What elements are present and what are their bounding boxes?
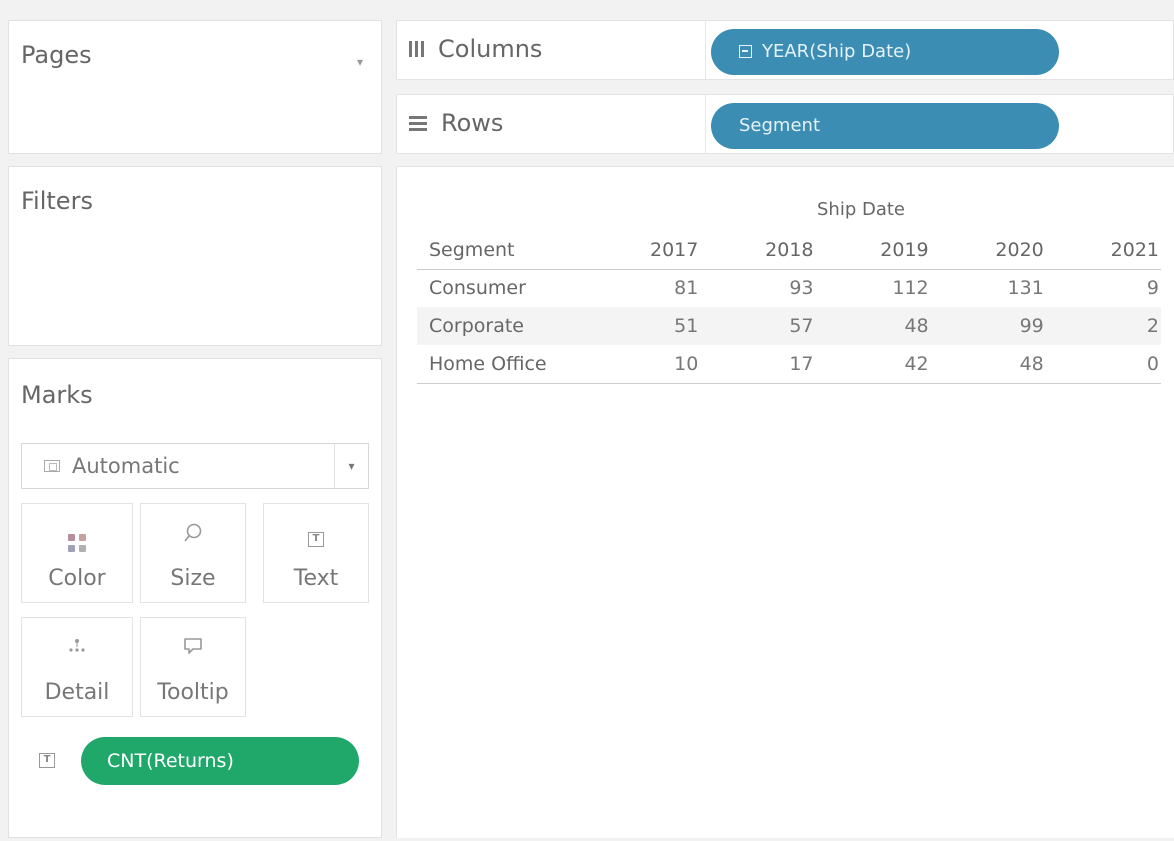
mark-type-dropdown[interactable]: Automatic ▾ bbox=[21, 443, 369, 489]
segment-pill[interactable]: Segment bbox=[711, 103, 1059, 149]
rows-shelf[interactable]: Rows Segment bbox=[396, 94, 1174, 154]
caret-down-icon[interactable]: ▾ bbox=[334, 444, 368, 488]
columns-icon bbox=[409, 41, 424, 57]
value-cell[interactable]: 17 bbox=[700, 345, 816, 384]
tooltip-label: Tooltip bbox=[157, 680, 229, 705]
value-cell[interactable]: 42 bbox=[815, 345, 931, 384]
value-cell[interactable]: 48 bbox=[816, 307, 931, 345]
segment-cell[interactable]: Home Office bbox=[417, 345, 586, 384]
mark-type-value: Automatic bbox=[72, 454, 180, 478]
rows-label-text: Rows bbox=[441, 109, 504, 137]
cnt-returns-pill[interactable]: CNT(Returns) bbox=[81, 737, 359, 785]
marks-card: Marks Automatic ▾ Color Size T Text Deta… bbox=[8, 358, 382, 838]
columns-shelf-label: Columns bbox=[409, 35, 542, 63]
color-icon bbox=[22, 522, 132, 552]
size-label: Size bbox=[170, 566, 216, 591]
detail-icon bbox=[22, 636, 132, 660]
table-row: Corporate 51 57 48 99 2 bbox=[417, 307, 1161, 345]
filters-card[interactable]: Filters bbox=[8, 166, 382, 346]
year-header[interactable]: 2018 bbox=[700, 231, 816, 270]
segment-pill-label: Segment bbox=[739, 115, 820, 136]
value-cell[interactable]: 9 bbox=[1046, 269, 1161, 307]
size-button[interactable]: Size bbox=[140, 503, 246, 603]
crosstab-table: Segment 2017 2018 2019 2020 2021 Consume… bbox=[417, 231, 1161, 384]
year-ship-date-pill[interactable]: YEAR(Ship Date) bbox=[711, 29, 1059, 75]
detail-button[interactable]: Detail bbox=[21, 617, 133, 717]
value-cell[interactable]: 51 bbox=[585, 307, 700, 345]
rows-icon bbox=[409, 115, 427, 131]
text-icon[interactable]: T bbox=[39, 753, 55, 768]
tableau-worksheet: Pages ▾ Filters Marks Automatic ▾ Color bbox=[0, 0, 1174, 841]
tooltip-button[interactable]: Tooltip bbox=[140, 617, 246, 717]
shelf-divider bbox=[705, 21, 706, 79]
value-cell[interactable]: 10 bbox=[585, 345, 701, 384]
text-label: Text bbox=[293, 566, 339, 591]
text-icon: T bbox=[264, 522, 368, 547]
shelf-divider bbox=[705, 95, 706, 153]
value-cell[interactable]: 131 bbox=[931, 269, 1046, 307]
tooltip-icon bbox=[141, 636, 245, 660]
table-row: Consumer 81 93 112 131 9 bbox=[417, 269, 1161, 307]
pages-title: Pages bbox=[21, 41, 92, 69]
detail-label: Detail bbox=[44, 680, 110, 705]
crosstab: Ship Date Segment 2017 2018 2019 2020 20… bbox=[417, 197, 1161, 384]
year-header[interactable]: 2021 bbox=[1045, 231, 1161, 270]
date-icon bbox=[739, 45, 752, 58]
value-cell[interactable]: 0 bbox=[1045, 345, 1161, 384]
header-row: Segment 2017 2018 2019 2020 2021 bbox=[417, 231, 1161, 270]
text-button[interactable]: T Text bbox=[263, 503, 369, 603]
marks-pill-row: T CNT(Returns) bbox=[39, 737, 369, 785]
chevron-down-icon[interactable]: ▾ bbox=[357, 55, 363, 69]
value-cell[interactable]: 48 bbox=[930, 345, 1046, 384]
value-cell[interactable]: 81 bbox=[585, 269, 700, 307]
column-field-header: Ship Date bbox=[417, 197, 1161, 231]
table-row: Home Office 10 17 42 48 0 bbox=[417, 345, 1161, 384]
size-icon bbox=[141, 522, 245, 546]
segment-cell[interactable]: Consumer bbox=[417, 269, 585, 307]
value-cell[interactable]: 93 bbox=[700, 269, 815, 307]
view-area: Ship Date Segment 2017 2018 2019 2020 20… bbox=[396, 166, 1174, 838]
value-cell[interactable]: 57 bbox=[700, 307, 815, 345]
value-cell[interactable]: 99 bbox=[931, 307, 1046, 345]
columns-label-text: Columns bbox=[438, 35, 543, 63]
color-label: Color bbox=[48, 566, 106, 591]
year-header[interactable]: 2017 bbox=[585, 231, 701, 270]
marks-title: Marks bbox=[21, 381, 93, 409]
year-header[interactable]: 2019 bbox=[815, 231, 931, 270]
value-cell[interactable]: 2 bbox=[1046, 307, 1161, 345]
value-cell[interactable]: 112 bbox=[816, 269, 931, 307]
filters-title: Filters bbox=[21, 187, 93, 215]
segment-header[interactable]: Segment bbox=[417, 231, 586, 270]
rows-shelf-label: Rows bbox=[409, 109, 503, 137]
pages-card[interactable]: Pages ▾ bbox=[8, 20, 382, 154]
columns-shelf[interactable]: Columns YEAR(Ship Date) bbox=[396, 20, 1174, 80]
segment-cell[interactable]: Corporate bbox=[417, 307, 585, 345]
ship-date-header[interactable]: Ship Date bbox=[817, 199, 905, 220]
color-button[interactable]: Color bbox=[21, 503, 133, 603]
year-header[interactable]: 2020 bbox=[930, 231, 1046, 270]
year-ship-date-label: YEAR(Ship Date) bbox=[762, 41, 912, 62]
automatic-mark-icon bbox=[44, 460, 60, 472]
